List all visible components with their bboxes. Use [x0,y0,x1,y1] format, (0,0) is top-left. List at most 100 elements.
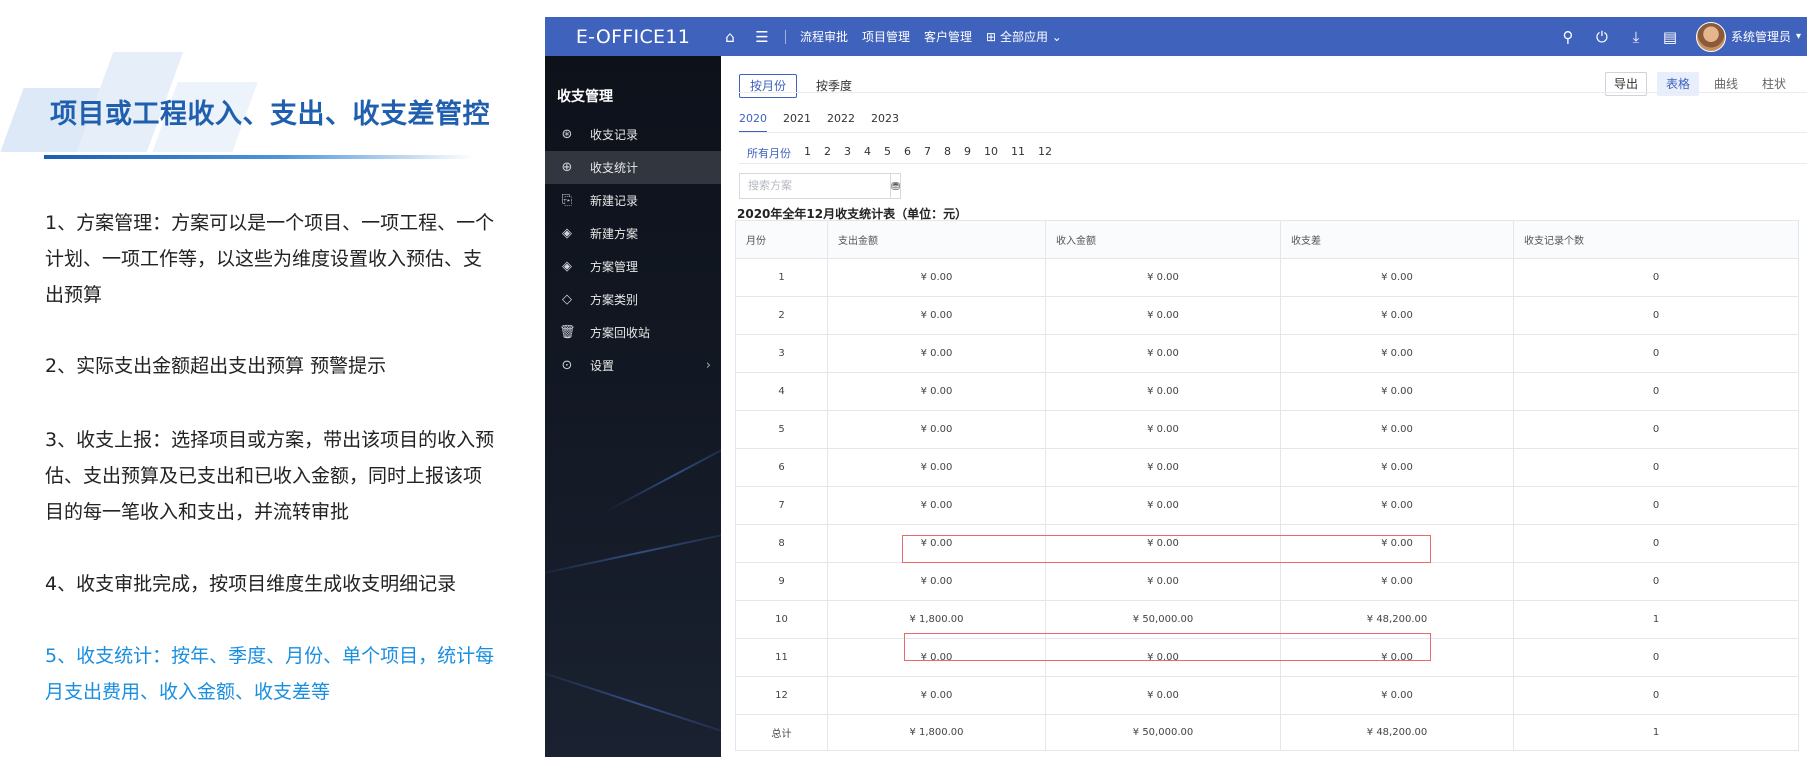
search-icon[interactable]: ⚲ [1560,28,1576,46]
chevron-right-icon: › [705,358,711,373]
table-cell: ¥ 0.00 [1045,448,1281,487]
sidebar-item-label: 设置 [590,359,615,373]
app-window: E-OFFICE11 ⌂ ☰ 流程审批 项目管理 客户管理 ⊞ 全部应用 ⌄ ⚲… [545,17,1807,757]
table-cell: 0 [1513,676,1799,715]
divider [739,132,1807,133]
table-cell: 8 [735,524,828,563]
month-tab[interactable]: 3 [844,145,851,161]
year-tab[interactable]: 2023 [871,112,899,133]
power-icon[interactable]: ⏻ [1594,28,1610,46]
table-row: 2 ¥ 0.00 ¥ 0.00 ¥ 0.00 0 [735,296,1799,335]
month-tab[interactable]: 5 [884,145,891,161]
sidebar-title: 收支管理 [557,89,613,105]
column-header[interactable]: 支出金额 [827,220,1046,259]
nav-item-projects[interactable]: 项目管理 [862,28,910,45]
year-tab[interactable]: 2020 [739,112,767,133]
month-tab[interactable]: 2 [824,145,831,161]
table-cell: ¥ 0.00 [1280,372,1514,411]
nav-item-workflow[interactable]: 流程审批 [800,28,848,45]
divider [739,163,1807,164]
caret-down-icon: ▾ [1795,31,1801,42]
table-cell: ¥ 50,000.00 [1045,714,1281,751]
sidebar-item-new-plan[interactable]: ◈ 新建方案 [545,217,721,250]
by-quarter-button[interactable]: 按季度 [805,74,863,98]
plan-manage-icon: ◈ [562,259,572,274]
table-cell: 0 [1513,410,1799,449]
document-icon[interactable]: ▤ [1662,28,1678,46]
year-tab[interactable]: 2022 [827,112,855,133]
table-cell: ¥ 0.00 [1280,410,1514,449]
month-tab-all[interactable]: 所有月份 [747,145,791,161]
sidebar-item-statistics[interactable]: ⊕ 收支统计 [545,151,721,184]
month-tab[interactable]: 7 [924,145,931,161]
table-cell: 7 [735,486,828,525]
top-nav: ⌂ ☰ 流程审批 项目管理 客户管理 ⊞ 全部应用 ⌄ [721,28,1062,46]
decor-streak [604,436,721,513]
month-tab[interactable]: 9 [964,145,971,161]
month-tab[interactable]: 6 [904,145,911,161]
by-month-button[interactable]: 按月份 [739,74,798,98]
sidebar-item-records[interactable]: ⊛ 收支记录 [545,118,721,151]
sidebar-item-label: 收支统计 [590,161,639,175]
search-input[interactable] [740,174,890,198]
table-cell: ¥ 0.00 [1045,524,1281,563]
sidebar-item-plan-manage[interactable]: ◈ 方案管理 [545,250,721,283]
column-header[interactable]: 月份 [735,220,828,259]
table-cell: 11 [735,638,828,677]
stats-table: 月份 支出金额 收入金额 收支差 收支记录个数 1 ¥ 0.00 ¥ 0.00 ¥ 0… [735,220,1799,751]
month-tab[interactable]: 12 [1038,145,1052,161]
table-cell: ¥ 1,800.00 [827,714,1046,751]
search-button[interactable]: ⛃ [890,174,900,198]
month-tab[interactable]: 4 [864,145,871,161]
month-tab[interactable]: 11 [1011,145,1025,161]
home-icon[interactable]: ⌂ [721,28,739,46]
month-tab[interactable]: 10 [984,145,998,161]
column-header[interactable]: 收支差 [1280,220,1514,259]
sidebar-item-label: 收支记录 [590,128,639,142]
nav-divider [785,29,786,44]
menu-icon[interactable]: ☰ [753,28,771,46]
table-cell: ¥ 0.00 [1280,676,1514,715]
table-cell: ¥ 0.00 [1280,638,1514,677]
table-cell: ¥ 0.00 [827,486,1046,525]
sidebar-item-label: 方案回收站 [590,326,651,340]
table-cell: 0 [1513,638,1799,677]
decor-streak [545,526,721,578]
table-cell: 9 [735,562,828,601]
table-cell: 0 [1513,334,1799,373]
sidebar-item-plan-category[interactable]: ◇ 方案类别 [545,283,721,316]
user-menu[interactable]: 系统管理员 ▾ [1695,21,1801,52]
table-body: 1 ¥ 0.00 ¥ 0.00 ¥ 0.00 0 2 ¥ 0.00 ¥ 0.00 ¥ 0.00 0… [735,258,1799,751]
table-cell: 0 [1513,258,1799,297]
table-total-row: 总计 ¥ 1,800.00 ¥ 50,000.00 ¥ 48,200.00 1 [735,714,1799,751]
table-cell: 5 [735,410,828,449]
table-cell: ¥ 0.00 [827,258,1046,297]
download-icon[interactable]: ⤓ [1628,28,1644,46]
year-tab[interactable]: 2021 [783,112,811,133]
slide-paragraph: 4、收支审批完成，按项目维度生成收支明细记录 [45,573,457,595]
brand-logo[interactable]: E-OFFICE11 [545,26,721,48]
all-apps-menu[interactable]: ⊞ 全部应用 ⌄ [986,28,1062,45]
nav-item-customers[interactable]: 客户管理 [924,28,972,45]
month-tab[interactable]: 8 [944,145,951,161]
table-cell: ¥ 0.00 [1280,562,1514,601]
top-bar: E-OFFICE11 ⌂ ☰ 流程审批 项目管理 客户管理 ⊞ 全部应用 ⌄ ⚲… [545,17,1807,56]
column-header[interactable]: 收支记录个数 [1513,220,1799,259]
month-tab[interactable]: 1 [804,145,811,161]
table-cell: 1 [735,258,828,297]
table-cell: ¥ 0.00 [827,524,1046,563]
top-right-tools: ⚲ ⏻ ⤓ ▤ 系统管理员 ▾ [1560,17,1801,56]
table-cell: 4 [735,372,828,411]
sidebar-item-settings[interactable]: ⊙ 设置 › [545,349,721,382]
slide-panel: 项目或工程收入、支出、收支差管控 1、方案管理：方案可以是一个项目、一项工程、一… [0,0,545,782]
table-cell: ¥ 0.00 [827,676,1046,715]
table-header-row: 月份 支出金额 收入金额 收支差 收支记录个数 [735,220,1799,259]
table-row: 3 ¥ 0.00 ¥ 0.00 ¥ 0.00 0 [735,334,1799,373]
table-cell: 0 [1513,296,1799,335]
sidebar-item-new-record[interactable]: ⎘ 新建记录 [545,184,721,217]
main-content: 按月份 按季度 导出 表格 曲线 柱状 2020 2021 2022 2023 … [721,56,1807,757]
sidebar-item-plan-trash[interactable]: 🗑︎ 方案回收站 [545,316,721,349]
table-cell: ¥ 0.00 [1280,448,1514,487]
column-header[interactable]: 收入金额 [1045,220,1281,259]
grid-icon: ⊞ [986,30,997,44]
